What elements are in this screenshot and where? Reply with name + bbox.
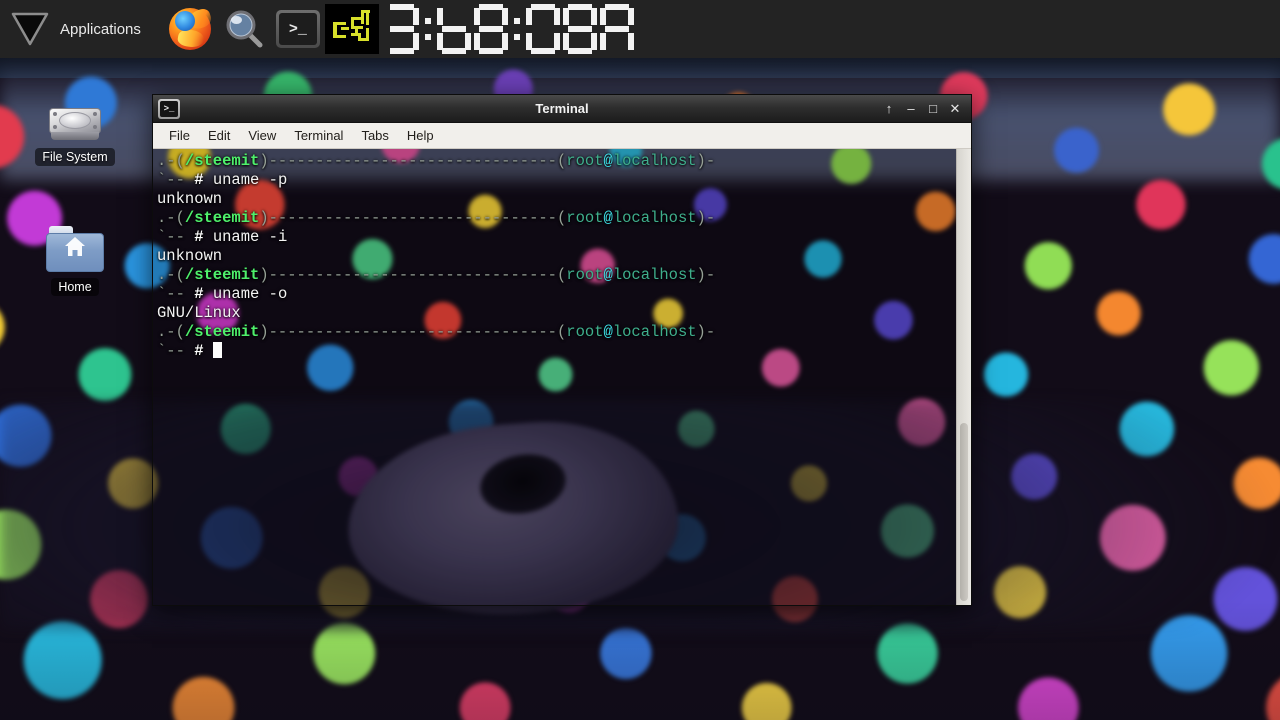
terminal-window[interactable]: >_ Terminal ↑ – □ ✕ File Edit View Termi… (152, 94, 972, 606)
search-icon (226, 10, 263, 48)
minimize-button[interactable]: – (901, 99, 921, 119)
top-panel[interactable]: Applications >_ (0, 0, 1280, 58)
clock-digit-sec-tens (525, 4, 560, 54)
home-icon-label: Home (51, 278, 99, 296)
clock-meridiem (599, 4, 634, 54)
firefox-launcher[interactable] (163, 1, 217, 57)
clock-digit-sec-ones (562, 4, 597, 54)
file-system-icon-label: File System (35, 148, 115, 166)
menu-tabs[interactable]: Tabs (353, 125, 396, 146)
file-system-icon[interactable]: File System (20, 86, 130, 166)
terminal-title: Terminal (535, 101, 589, 116)
applications-menu-button[interactable]: Applications (0, 0, 155, 58)
menu-edit[interactable]: Edit (200, 125, 238, 146)
close-button[interactable]: ✕ (945, 99, 965, 119)
applications-menu-label: Applications (60, 20, 141, 38)
terminal-scrollbar-thumb[interactable] (960, 422, 968, 601)
terminal-titlebar[interactable]: >_ Terminal ↑ – □ ✕ (153, 95, 971, 123)
home-icon[interactable]: Home (20, 216, 130, 296)
menu-file[interactable]: File (161, 125, 198, 146)
menu-view[interactable]: View (240, 125, 284, 146)
wallpaper-bottom-vignette (0, 600, 1280, 720)
menu-help[interactable]: Help (399, 125, 442, 146)
clock-digit-min-tens (436, 4, 471, 54)
system-monitor-widget[interactable] (324, 1, 379, 57)
terminal-icon: >_ (275, 10, 320, 48)
terminal-menubar[interactable]: File Edit View Terminal Tabs Help (153, 123, 971, 149)
network-monitor-icon (324, 4, 379, 54)
triangle-down-icon (11, 12, 49, 46)
terminal-launcher[interactable]: >_ (271, 1, 325, 57)
search-launcher[interactable] (217, 1, 271, 57)
window-controls[interactable]: ↑ – □ ✕ (879, 99, 971, 119)
house-glyph-icon (65, 237, 85, 256)
hard-drive-icon (20, 86, 130, 142)
folder-home-icon (20, 216, 130, 272)
terminal-scrollbar[interactable] (956, 149, 971, 605)
menu-terminal[interactable]: Terminal (286, 125, 351, 146)
shade-button[interactable]: ↑ (879, 99, 899, 119)
clock-colon-2 (511, 4, 523, 54)
clock-digit-hour (385, 4, 419, 54)
terminal-output[interactable]: .-(/steemit)----------------------------… (157, 152, 953, 361)
clock-colon-1 (422, 4, 434, 54)
firefox-icon (168, 7, 214, 50)
clock-digit-min-ones (473, 4, 508, 54)
terminal-prompt-icon: >_ (158, 98, 180, 119)
clock-widget[interactable] (385, 4, 634, 54)
maximize-button[interactable]: □ (923, 99, 943, 119)
terminal-body[interactable]: .-(/steemit)----------------------------… (153, 149, 971, 605)
